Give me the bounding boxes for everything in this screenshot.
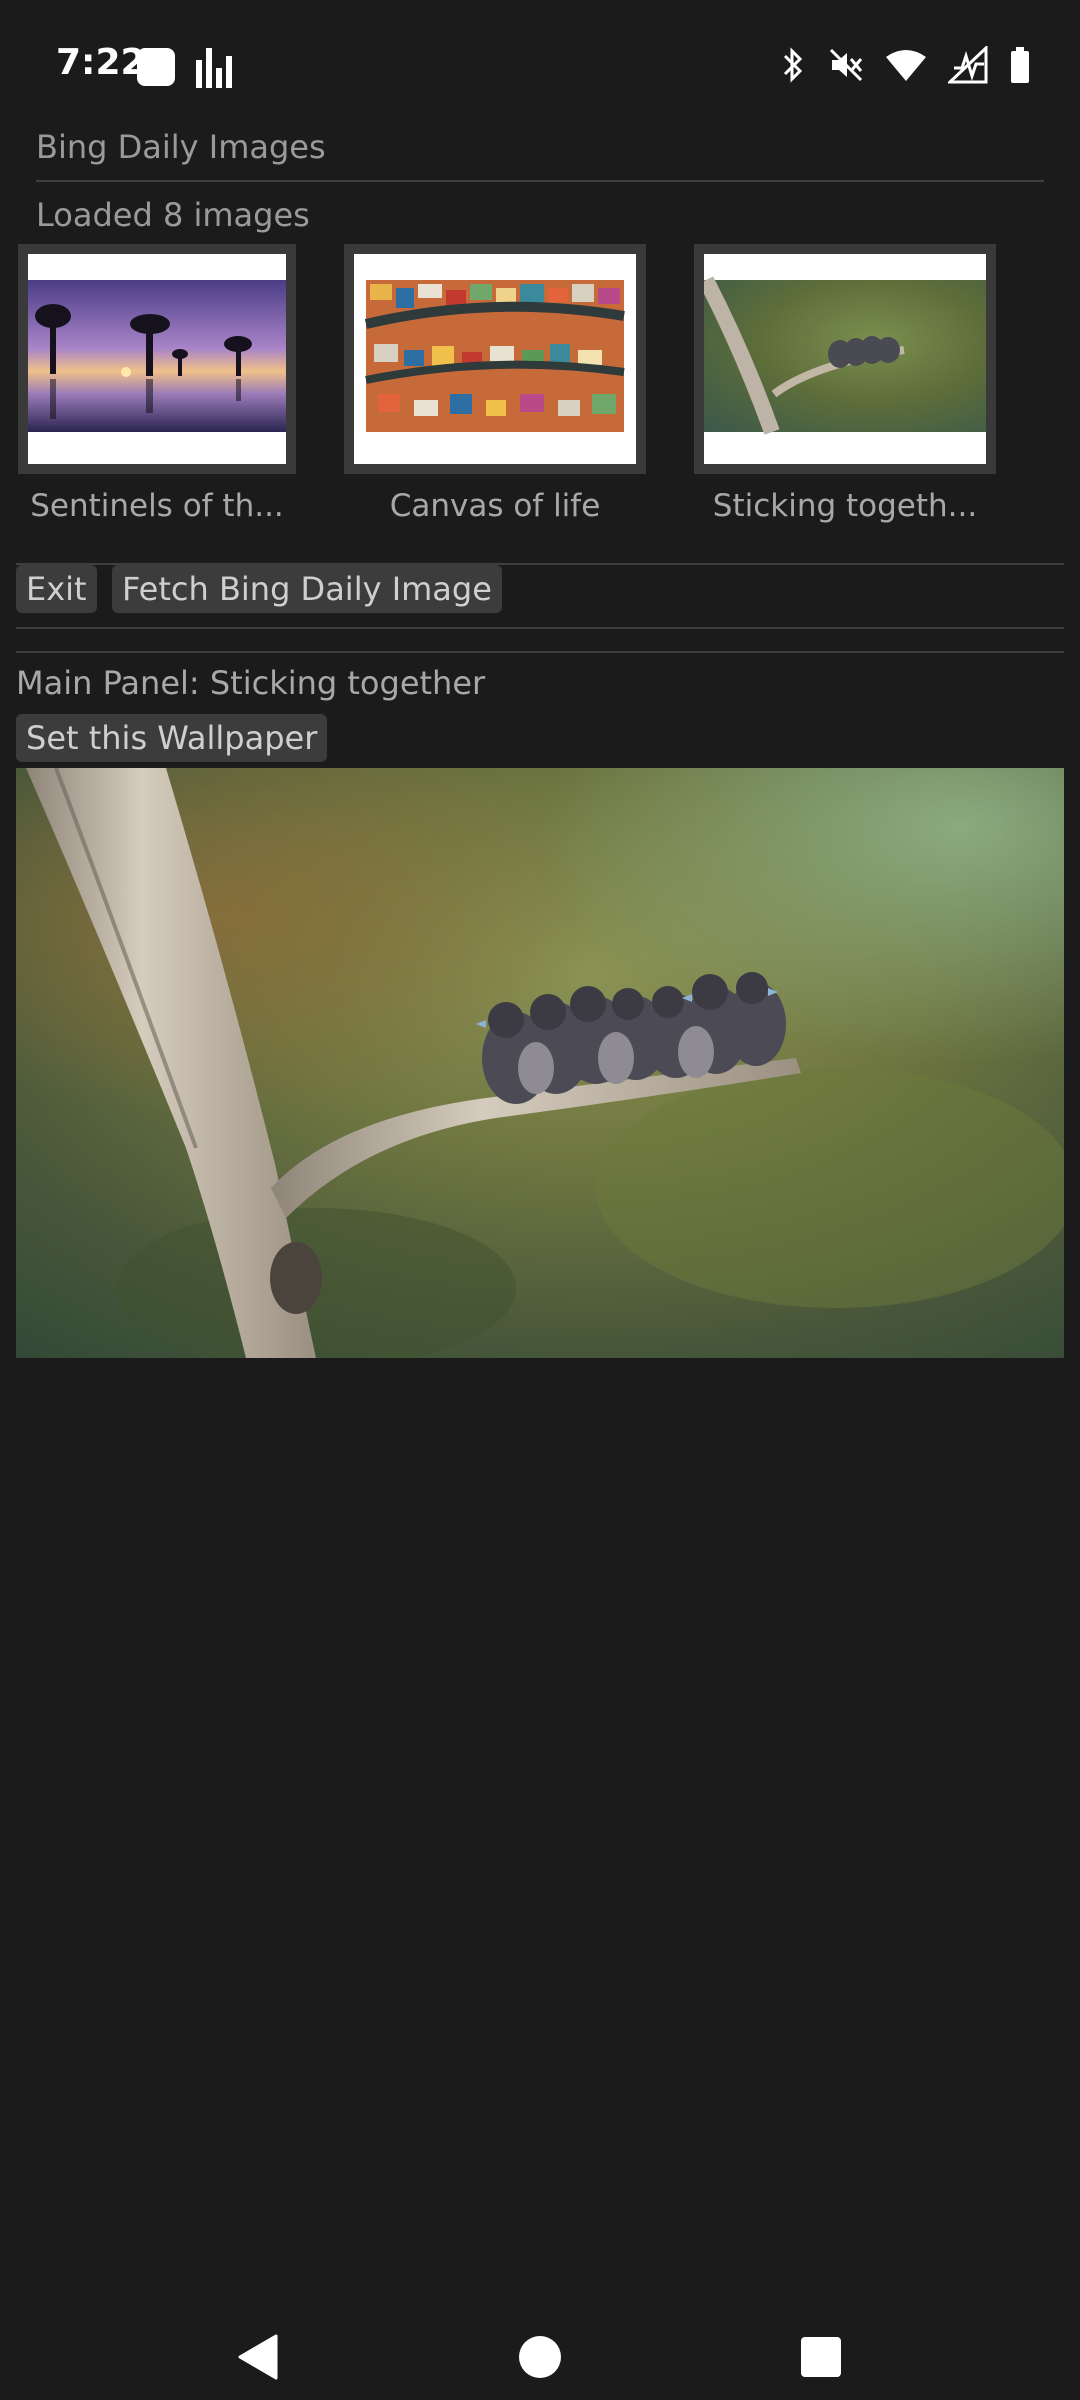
main-panel-divider xyxy=(16,651,1064,653)
status-time: 7:22 xyxy=(56,42,146,83)
thumbnail-label: Canvas of life xyxy=(389,488,601,524)
toolbar-divider-bottom xyxy=(16,627,1064,629)
app-notification-icon xyxy=(137,48,175,86)
thumbnail-label: Sticking togeth... xyxy=(712,488,978,524)
thumbnail-image xyxy=(354,254,636,464)
thumbnail-card[interactable] xyxy=(694,244,996,474)
thumbnail-image xyxy=(704,254,986,464)
main-panel-title: Main Panel: Sticking together xyxy=(16,664,486,702)
bluetooth-icon xyxy=(783,47,803,83)
wifi-icon xyxy=(886,50,926,81)
recents-icon[interactable] xyxy=(800,2336,842,2378)
thumbnail-label: Sentinels of th... xyxy=(30,488,284,524)
title-divider xyxy=(36,180,1044,182)
signal-bars-icon xyxy=(196,48,232,88)
mute-icon xyxy=(829,48,863,82)
navigation-bar xyxy=(0,2300,1080,2400)
battery-icon xyxy=(1011,47,1029,83)
thumbnail-card[interactable] xyxy=(344,244,646,474)
mobile-signal-icon xyxy=(948,46,988,84)
back-icon[interactable] xyxy=(236,2334,278,2380)
status-bar: 7:22 xyxy=(0,0,1080,130)
exit-button[interactable]: Exit xyxy=(16,565,97,613)
home-icon[interactable] xyxy=(518,2335,562,2379)
app-title: Bing Daily Images xyxy=(36,128,326,166)
main-photo xyxy=(16,768,1064,1358)
fetch-bing-image-button[interactable]: Fetch Bing Daily Image xyxy=(112,565,502,613)
set-wallpaper-button[interactable]: Set this Wallpaper xyxy=(16,714,328,762)
thumbnail-image xyxy=(28,254,286,464)
loaded-count-text: Loaded 8 images xyxy=(36,196,310,234)
main-image xyxy=(16,768,1064,1358)
thumbnail-card[interactable] xyxy=(18,244,296,474)
